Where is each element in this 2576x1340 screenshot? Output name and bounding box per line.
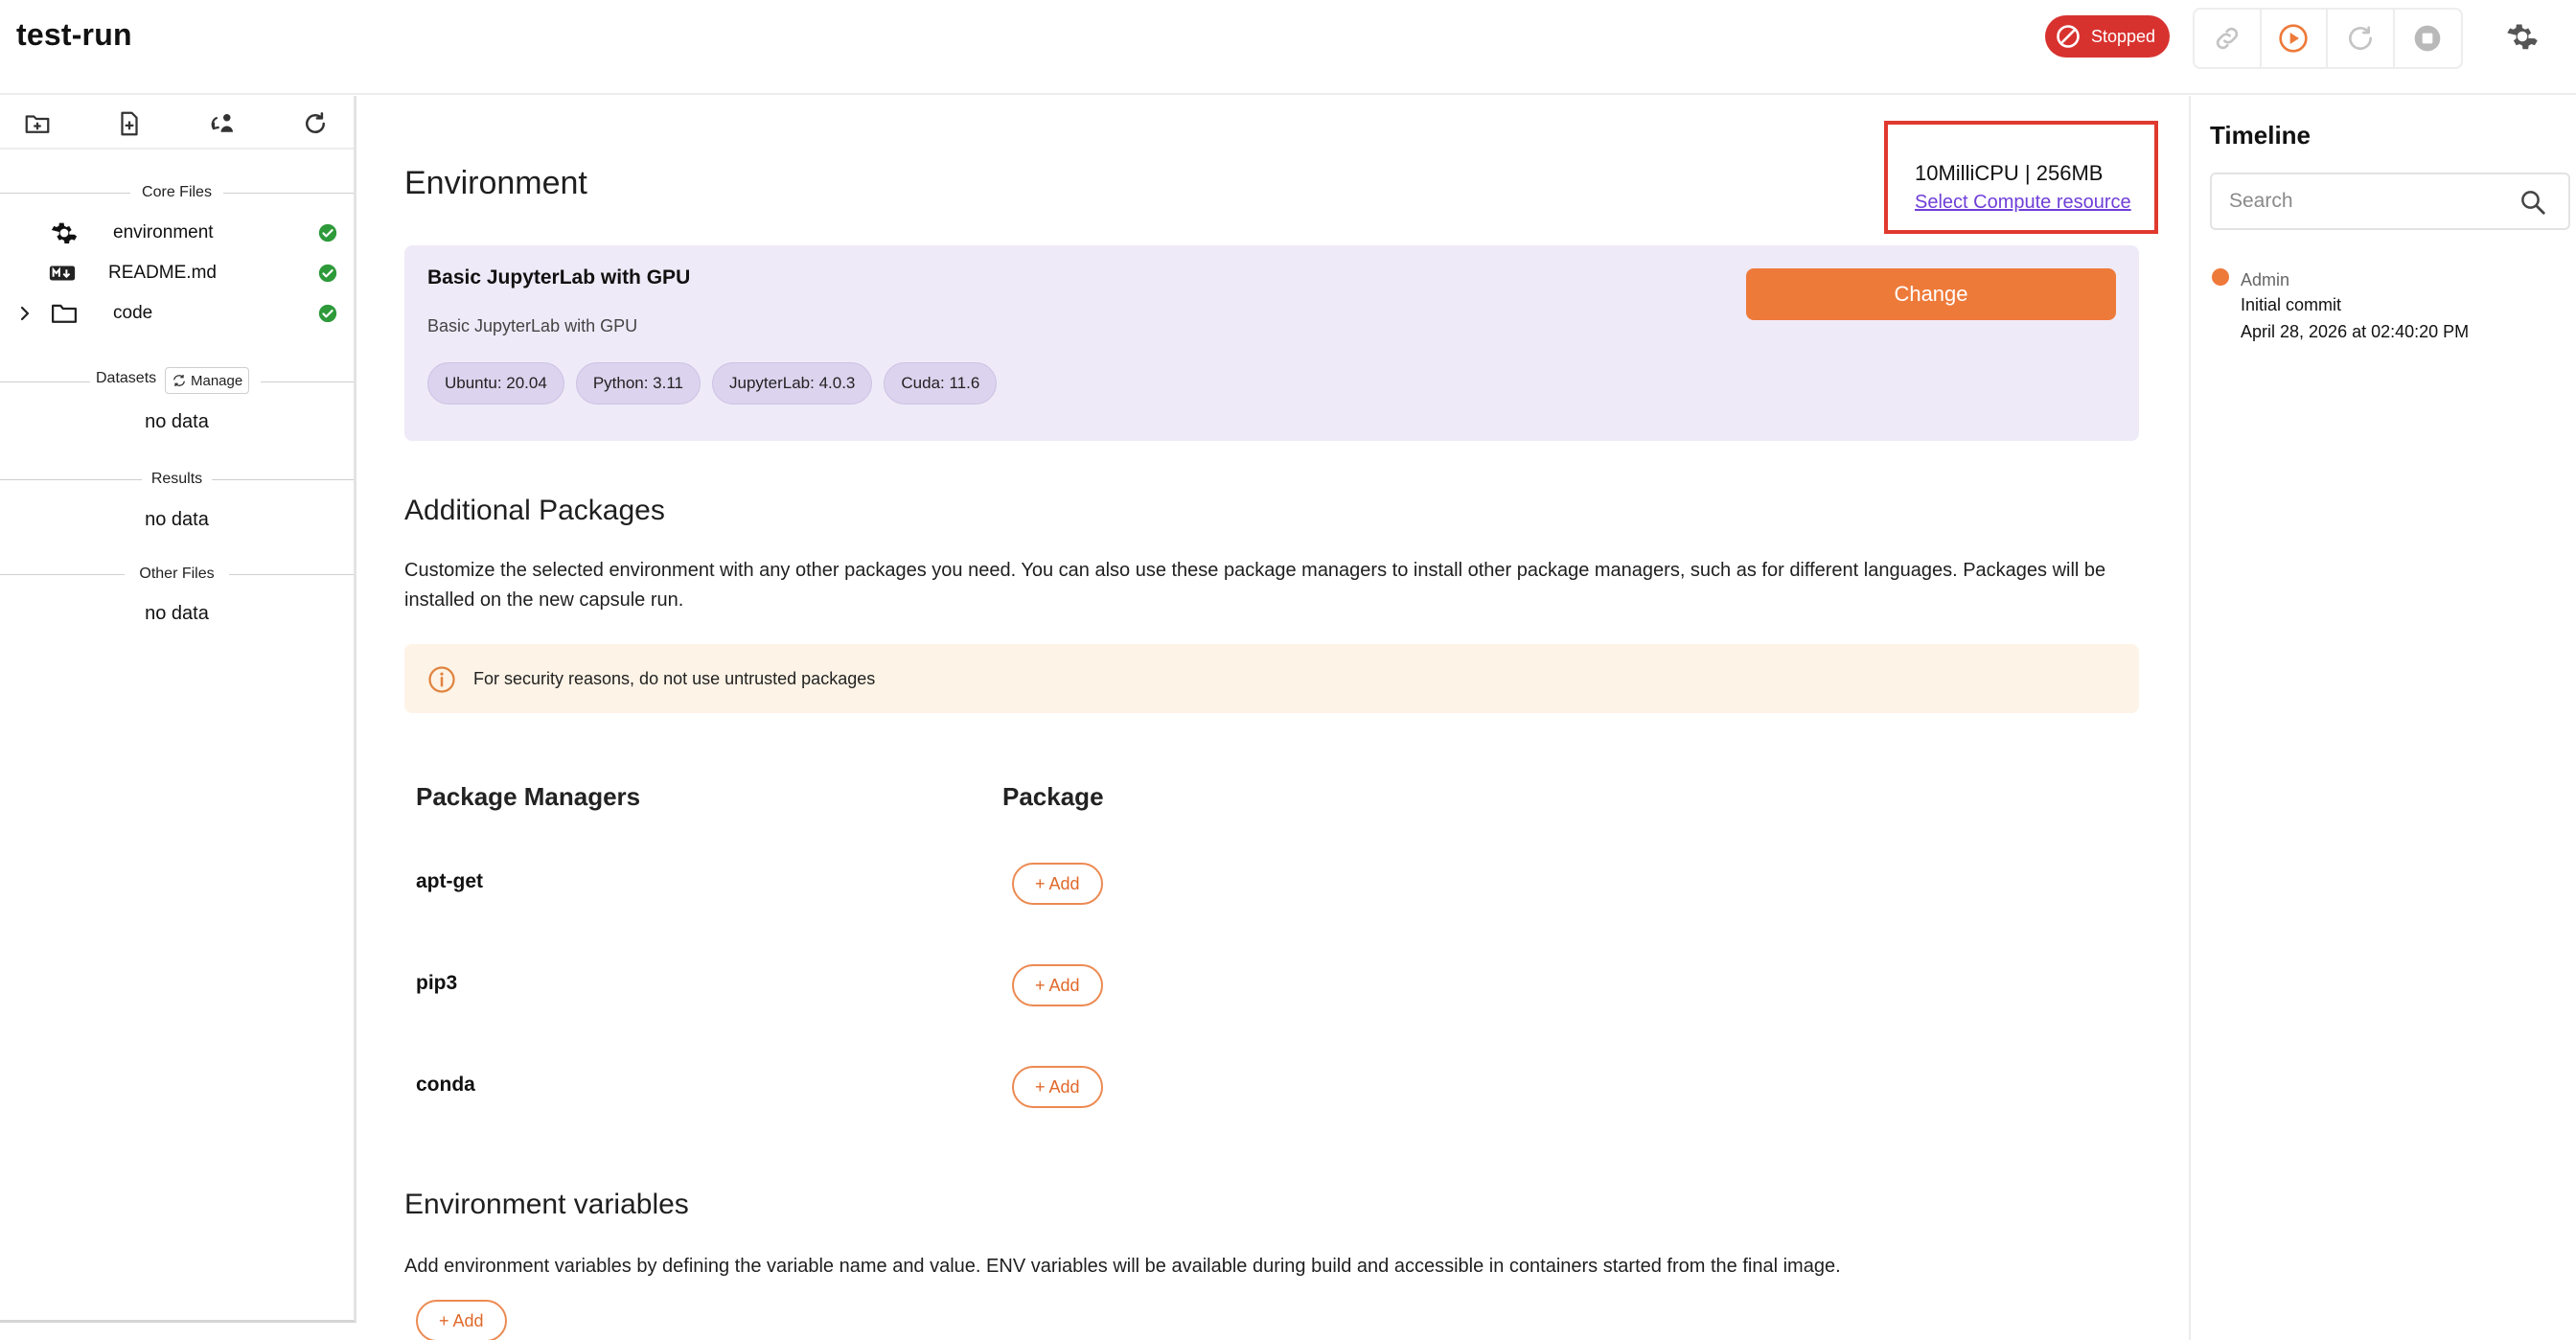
packages-description: Customize the selected environment with … bbox=[404, 560, 2106, 611]
add-pip3-button[interactable]: + Add bbox=[1012, 964, 1103, 1006]
add-conda-button[interactable]: + Add bbox=[1012, 1066, 1103, 1108]
datasets-header: Datasets Manage bbox=[0, 364, 354, 399]
core-files-divider: Core Files bbox=[0, 178, 354, 207]
app-header: test-run Stopped bbox=[0, 0, 2576, 95]
markdown-icon bbox=[49, 266, 76, 281]
status-badge: Stopped bbox=[2045, 15, 2170, 58]
timeline-message: Initial commit bbox=[2241, 295, 2342, 314]
sync-icon bbox=[173, 375, 185, 386]
new-file-icon[interactable] bbox=[115, 109, 144, 138]
other-files-divider: Other Files bbox=[0, 560, 354, 589]
results-divider: Results bbox=[0, 465, 354, 494]
env-vars-description: Add environment variables by defining th… bbox=[404, 1256, 1841, 1277]
link-button[interactable] bbox=[2195, 10, 2262, 67]
add-env-var-button[interactable]: + Add bbox=[416, 1300, 507, 1340]
file-sidebar: .t-core::before { left: 0; width: 136px;… bbox=[0, 96, 356, 1323]
status-label: Stopped bbox=[2091, 26, 2156, 46]
check-icon bbox=[318, 264, 337, 283]
datasets-title: Datasets bbox=[96, 370, 157, 386]
refresh-icon[interactable] bbox=[301, 109, 330, 138]
file-row-environment[interactable]: environment bbox=[0, 213, 354, 253]
environment-name: Basic JupyterLab with GPU bbox=[427, 266, 691, 289]
file-name: README.md bbox=[108, 263, 217, 283]
chevron-right-icon[interactable] bbox=[13, 302, 36, 325]
file-name: code bbox=[113, 303, 153, 323]
package-manager-name: apt-get bbox=[416, 870, 483, 892]
app-title: test-run bbox=[16, 17, 132, 52]
compute-resource-box: 10MilliCPU | 256MB Select Compute resour… bbox=[1884, 121, 2158, 234]
environment-card: Basic JupyterLab with GPU Basic JupyterL… bbox=[404, 245, 2139, 441]
timeline-title: Timeline bbox=[2210, 121, 2312, 150]
file-name: environment bbox=[113, 222, 214, 243]
env-tag: Cuda: 11.6 bbox=[884, 362, 998, 404]
change-environment-button[interactable]: Change bbox=[1746, 268, 2116, 320]
manage-datasets-button[interactable]: Manage bbox=[165, 367, 250, 394]
search-icon[interactable] bbox=[2518, 188, 2547, 217]
additional-packages-title: Additional Packages bbox=[404, 495, 665, 526]
link-icon bbox=[2216, 27, 2238, 50]
environment-title: Environment bbox=[404, 165, 587, 201]
folder-icon bbox=[52, 304, 77, 323]
sidebar-toolbar bbox=[0, 96, 354, 150]
file-row-readme[interactable]: README.md bbox=[0, 253, 354, 293]
play-icon bbox=[2279, 24, 2308, 53]
results-title: Results bbox=[150, 471, 203, 487]
stopped-icon bbox=[2057, 25, 2080, 48]
main-content: Environment 10MilliCPU | 256MB Select Co… bbox=[358, 96, 2189, 1340]
check-icon bbox=[318, 223, 337, 243]
select-compute-link[interactable]: Select Compute resource bbox=[1915, 192, 2131, 214]
package-managers-header: Package Managers bbox=[416, 782, 641, 811]
other-files-empty: no data bbox=[145, 603, 209, 624]
results-empty: no data bbox=[145, 509, 209, 530]
datasets-empty: no data bbox=[145, 411, 209, 432]
timeline-author: Admin bbox=[2241, 270, 2290, 289]
stop-button[interactable] bbox=[2395, 10, 2461, 67]
security-warning: For security reasons, do not use untrust… bbox=[404, 644, 2139, 713]
timeline-date: April 28, 2026 at 02:40:20 PM bbox=[2241, 322, 2470, 341]
environment-tags: Ubuntu: 20.04 Python: 3.11 JupyterLab: 4… bbox=[427, 362, 998, 404]
environment-description: Basic JupyterLab with GPU bbox=[427, 316, 638, 335]
info-icon bbox=[428, 666, 455, 693]
warning-text: For security reasons, do not use untrust… bbox=[473, 669, 876, 688]
core-files-label: Core Files bbox=[142, 184, 212, 200]
add-apt-get-button[interactable]: + Add bbox=[1012, 863, 1103, 905]
restart-icon bbox=[2348, 26, 2372, 50]
timeline-panel: Timeline Admin Initial commit April 28, … bbox=[2189, 96, 2576, 1340]
env-vars-title: Environment variables bbox=[404, 1189, 689, 1220]
gear-icon[interactable] bbox=[2505, 19, 2540, 54]
env-tag: Ubuntu: 20.04 bbox=[427, 362, 564, 404]
package-manager-name: pip3 bbox=[416, 972, 458, 994]
other-files-title: Other Files bbox=[139, 566, 215, 582]
version-control-icon[interactable] bbox=[209, 109, 238, 138]
env-tag: Python: 3.11 bbox=[575, 362, 702, 404]
file-row-code[interactable]: code bbox=[0, 293, 354, 334]
timeline-search-input[interactable] bbox=[2212, 174, 2499, 228]
stop-icon bbox=[2414, 25, 2441, 52]
env-tag: JupyterLab: 4.0.3 bbox=[712, 362, 873, 404]
timeline-dot bbox=[2212, 268, 2229, 286]
manage-label: Manage bbox=[191, 372, 243, 389]
gear-icon bbox=[51, 222, 78, 243]
restart-button[interactable] bbox=[2328, 10, 2395, 67]
new-folder-icon[interactable] bbox=[23, 109, 52, 138]
timeline-search bbox=[2210, 173, 2570, 230]
compute-value: 10MilliCPU | 256MB bbox=[1915, 161, 2104, 185]
play-button[interactable] bbox=[2262, 10, 2328, 67]
check-icon bbox=[318, 304, 337, 323]
run-toolbar bbox=[2193, 8, 2463, 69]
package-header: Package bbox=[1002, 782, 1104, 811]
package-manager-name: conda bbox=[416, 1074, 475, 1096]
